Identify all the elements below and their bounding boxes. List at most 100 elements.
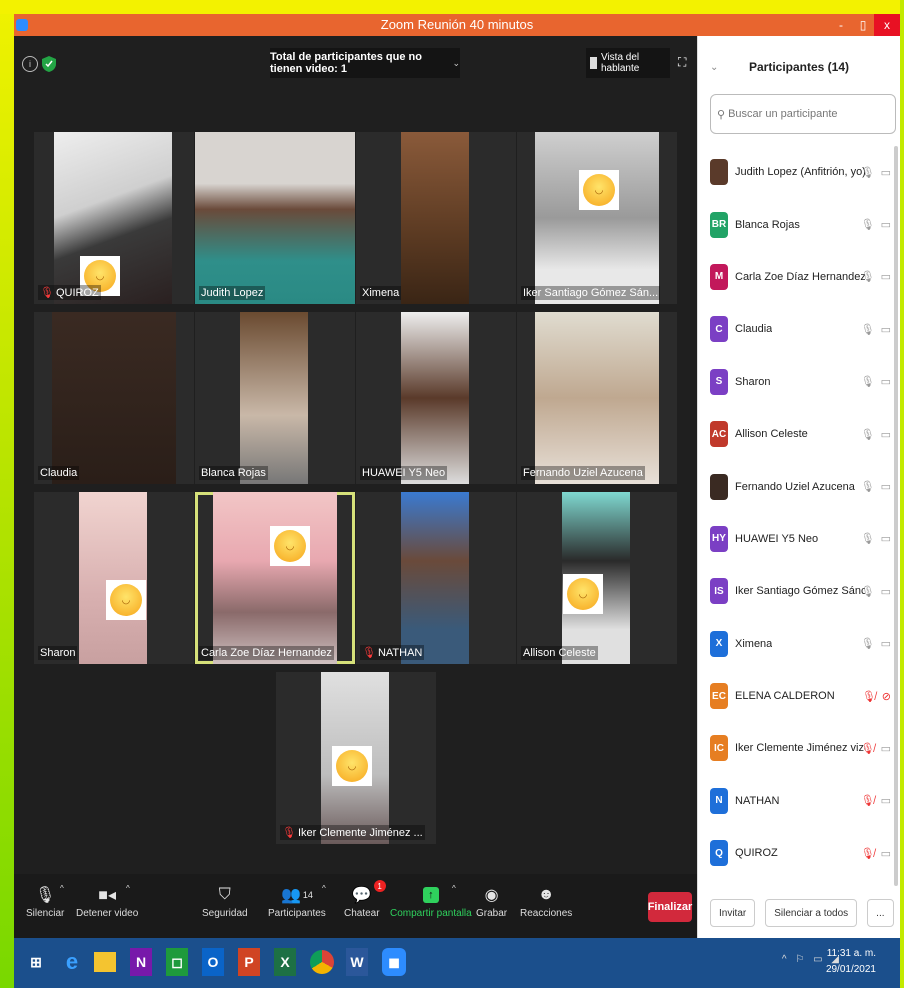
share-screen-button[interactable]: ↑ Compartir pantalla	[390, 882, 472, 919]
mic-muted-icon[interactable]: 🎙︎̸	[861, 742, 875, 755]
mute-all-button[interactable]: Silenciar a todos	[765, 899, 858, 927]
participants-count: 14	[302, 890, 313, 900]
encryption-shield-icon[interactable]	[42, 56, 56, 72]
participant-row[interactable]: IC Iker Clemente Jiménez vizcaya🎙︎̸ ▭	[698, 722, 901, 774]
onenote-icon[interactable]: N	[130, 948, 152, 976]
video-tile[interactable]: ◡ Sharon	[34, 492, 194, 664]
microphone-icon[interactable]: 🎙︎	[861, 166, 875, 179]
windows-start-icon[interactable]: ⊞	[22, 948, 50, 976]
chrome-icon[interactable]	[310, 950, 334, 974]
powerpoint-icon[interactable]: P	[238, 948, 260, 976]
participant-row[interactable]: N NATHAN 🎙︎̸ ▭	[698, 775, 901, 827]
participant-name: Sharon	[735, 375, 771, 388]
end-meeting-button[interactable]: Finalizar	[648, 892, 692, 922]
fullscreen-icon[interactable]: ⛶	[678, 55, 690, 69]
participant-row[interactable]: AC Allison Celeste 🎙︎ ▭	[698, 408, 901, 460]
panel-scrollbar[interactable]	[894, 146, 898, 886]
video-tile[interactable]: HUAWEI Y5 Neo	[356, 312, 516, 484]
microphone-icon[interactable]: 🎙︎	[861, 218, 875, 231]
microphone-icon[interactable]: 🎙︎	[861, 637, 875, 650]
microphone-icon[interactable]: 🎙︎	[861, 428, 875, 441]
avatar: X	[710, 630, 728, 657]
participant-row[interactable]: Q QUIROZ 🎙︎̸ ▭	[698, 827, 901, 879]
info-icon[interactable]: i	[22, 56, 38, 72]
share-options-caret[interactable]: ^	[452, 884, 456, 893]
excel-icon[interactable]: X	[274, 948, 296, 976]
participant-row[interactable]: S Sharon 🎙︎ ▭	[698, 356, 901, 408]
video-camera-icon[interactable]: ▭	[881, 218, 891, 231]
video-camera-icon[interactable]: ▭	[881, 532, 891, 545]
video-tile[interactable]: Ximena	[356, 132, 516, 304]
video-camera-icon[interactable]: ▭	[881, 375, 891, 388]
system-clock[interactable]: 11:31 a. m. 29/01/2021	[826, 946, 876, 978]
video-camera-icon[interactable]: ▭	[881, 480, 891, 493]
video-notice-dropdown[interactable]: Total de participantes que no tienen vid…	[270, 48, 460, 78]
mic-muted-icon[interactable]: 🎙︎̸	[862, 690, 876, 703]
mute-options-caret[interactable]: ^	[60, 884, 64, 893]
participant-row[interactable]: BR Blanca Rojas 🎙︎ ▭	[698, 198, 901, 250]
speaker-view-label: Vista del hablante	[600, 52, 640, 74]
file-explorer-icon[interactable]	[94, 952, 116, 972]
edge-icon[interactable]: e	[58, 948, 86, 976]
video-camera-icon[interactable]: ▭	[881, 847, 891, 860]
video-camera-icon[interactable]: ▭	[881, 323, 891, 336]
avatar: M	[710, 263, 728, 290]
security-button[interactable]: ⛉ Seguridad	[202, 882, 248, 919]
maximize-button[interactable]: ▯	[852, 14, 874, 36]
video-tile[interactable]: Claudia	[34, 312, 194, 484]
reactions-button[interactable]: ☻ Reacciones	[520, 882, 572, 919]
participant-search-input[interactable]: ⚲ Buscar un participante	[710, 94, 896, 134]
outlook-icon[interactable]: O	[202, 948, 224, 976]
participant-row[interactable]: IS Iker Santiago Gómez Sánchez🎙︎ ▭	[698, 565, 901, 617]
video-tile[interactable]: ◡ Allison Celeste	[517, 492, 677, 664]
microphone-icon[interactable]: 🎙︎	[861, 585, 875, 598]
participant-row[interactable]: Judith Lopez (Anfitrión, yo) 🎙︎ ▭	[698, 146, 901, 198]
invite-button[interactable]: Invitar	[710, 899, 756, 927]
video-options-caret[interactable]: ^	[126, 884, 130, 893]
video-tile[interactable]: Fernando Uziel Azucena	[517, 312, 677, 484]
participant-row[interactable]: Fernando Uziel Azucena 🎙︎ ▭	[698, 460, 901, 512]
store-icon[interactable]: ◻	[166, 948, 188, 976]
video-tile-active-speaker[interactable]: ◡ Carla Zoe Díaz Hernandez	[195, 492, 355, 664]
participant-row[interactable]: C Claudia 🎙︎ ▭	[698, 303, 901, 355]
record-button[interactable]: ◉ Grabar	[476, 882, 507, 919]
participant-row[interactable]: X Ximena 🎙︎ ▭	[698, 618, 901, 670]
microphone-icon[interactable]: 🎙︎	[861, 270, 875, 283]
participants-button[interactable]: 👥 14 Participantes	[268, 882, 326, 919]
microphone-icon[interactable]: 🎙︎	[861, 480, 875, 493]
minimize-button[interactable]: -	[830, 14, 852, 36]
word-icon[interactable]: W	[346, 948, 368, 976]
video-camera-icon[interactable]: ▭	[881, 742, 891, 755]
participant-status-icons: 🎙︎ ▭	[861, 532, 891, 545]
video-tile[interactable]: ◡ 🎙︎ QUIROZ	[34, 132, 194, 304]
microphone-icon[interactable]: 🎙︎	[861, 375, 875, 388]
participant-row[interactable]: EC ELENA CALDERON 🎙︎̸ ⊘	[698, 670, 901, 722]
participant-name: NATHAN	[735, 794, 780, 807]
video-tile[interactable]: ◡ 🎙︎ Iker Clemente Jiménez ...	[276, 672, 436, 844]
chat-button[interactable]: 💬 1 Chatear	[344, 880, 386, 919]
video-tile[interactable]: ◡ Iker Santiago Gómez Sán...	[517, 132, 677, 304]
video-camera-icon[interactable]: ▭	[881, 166, 891, 179]
microphone-icon[interactable]: 🎙︎	[861, 323, 875, 336]
video-camera-icon[interactable]: ▭	[881, 428, 891, 441]
participants-options-caret[interactable]: ^	[322, 884, 326, 893]
close-button[interactable]: x	[874, 14, 900, 36]
more-options-button[interactable]: ...	[867, 899, 894, 927]
video-tile[interactable]: 🎙︎ NATHAN	[356, 492, 516, 664]
video-tile[interactable]: Blanca Rojas	[195, 312, 355, 484]
zoom-taskbar-icon[interactable]: ◼	[382, 948, 406, 976]
video-camera-icon[interactable]: ▭	[881, 637, 891, 650]
video-camera-icon[interactable]: ▭	[881, 585, 891, 598]
participant-status-icons: 🎙︎ ▭	[861, 323, 891, 336]
speaker-view-button[interactable]: Vista del hablante	[586, 48, 670, 78]
video-camera-icon[interactable]: ▭	[881, 794, 891, 807]
participant-row[interactable]: M Carla Zoe Díaz Hernandez 🎙︎ ▭	[698, 251, 901, 303]
mute-button[interactable]: 🎙 Silenciar	[26, 882, 64, 919]
microphone-icon[interactable]: 🎙︎	[861, 532, 875, 545]
participant-row[interactable]: HY HUAWEI Y5 Neo 🎙︎ ▭	[698, 513, 901, 565]
mic-muted-icon[interactable]: 🎙︎̸	[861, 847, 875, 860]
video-off-icon[interactable]: ⊘	[882, 690, 891, 703]
video-tile[interactable]: Judith Lopez	[195, 132, 355, 304]
video-camera-icon[interactable]: ▭	[881, 270, 891, 283]
mic-muted-icon[interactable]: 🎙︎̸	[861, 794, 875, 807]
